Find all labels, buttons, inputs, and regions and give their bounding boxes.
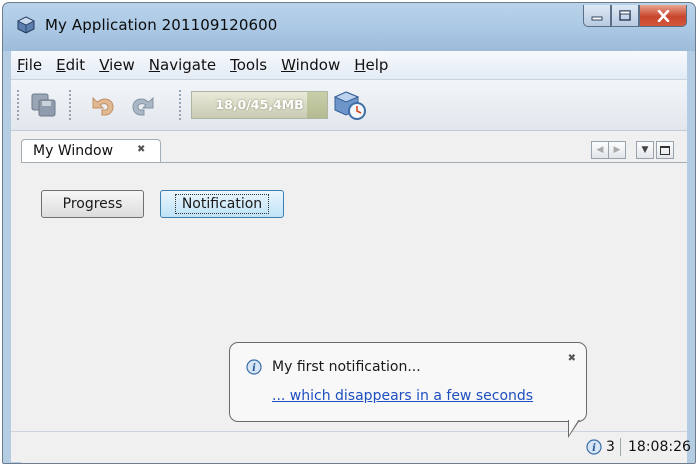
memory-usage-label: 18,0/45,4MB bbox=[215, 97, 304, 112]
menu-edit-label: dit bbox=[65, 56, 86, 74]
notification-link[interactable]: ... which disappears in a few seconds bbox=[272, 388, 533, 404]
status-bar: i 3 18:08:26 bbox=[11, 431, 691, 462]
status-time: 18:08:26 bbox=[628, 439, 691, 455]
redo-icon bbox=[132, 96, 154, 116]
redo-button[interactable] bbox=[125, 89, 159, 121]
menu-view[interactable]: View bbox=[92, 56, 142, 74]
tab-window-controls: ▼ bbox=[636, 141, 674, 159]
scroll-tabs-right-button[interactable]: ▶ bbox=[608, 141, 626, 159]
window-controls bbox=[583, 5, 687, 28]
notification-button-label: Notification bbox=[174, 194, 270, 214]
maximize-window-button[interactable] bbox=[656, 141, 674, 159]
menu-tools-label: ools bbox=[236, 56, 268, 74]
minimize-icon bbox=[591, 16, 603, 20]
tab-my-window[interactable]: My Window ✖ bbox=[21, 139, 161, 163]
toolbar-grip-handle[interactable] bbox=[17, 90, 23, 120]
svg-text:i: i bbox=[592, 443, 596, 454]
tab-scroll-controls: ◀ ▶ bbox=[591, 141, 626, 159]
menu-bar: File Edit View Navigate Tools Window Hel… bbox=[11, 51, 687, 80]
notification-info-icon[interactable]: i bbox=[586, 439, 602, 455]
garbage-collect-icon bbox=[333, 91, 366, 120]
menu-file-mnemonic: F bbox=[17, 56, 25, 74]
title-bar[interactable]: My Application 201109120600 bbox=[3, 3, 695, 43]
status-separator bbox=[620, 438, 621, 456]
arrow-left-icon: ◀ bbox=[596, 145, 604, 155]
menu-help-mnemonic: H bbox=[354, 56, 366, 74]
close-button[interactable] bbox=[639, 5, 687, 27]
menu-navigate[interactable]: Navigate bbox=[142, 56, 223, 74]
menu-navigate-label: avigate bbox=[160, 56, 217, 74]
arrow-right-icon: ▶ bbox=[613, 145, 621, 155]
undo-icon bbox=[92, 96, 114, 116]
menu-tools[interactable]: Tools bbox=[223, 56, 274, 74]
tab-close-icon[interactable]: ✖ bbox=[137, 144, 145, 155]
toolbar-separator bbox=[179, 90, 185, 120]
menu-tools-mnemonic: T bbox=[230, 56, 237, 74]
menu-help[interactable]: Help bbox=[347, 56, 395, 74]
notification-balloon: i My first notification... ... which dis… bbox=[229, 342, 587, 422]
maximize-icon bbox=[619, 10, 631, 21]
menu-edit[interactable]: Edit bbox=[49, 56, 92, 74]
notification-button[interactable]: Notification bbox=[160, 190, 284, 218]
app-cube-icon bbox=[17, 16, 35, 34]
menu-window-label: indow bbox=[295, 56, 341, 74]
menu-file[interactable]: File bbox=[11, 56, 49, 74]
svg-text:i: i bbox=[252, 363, 256, 374]
info-icon: i bbox=[246, 359, 262, 375]
save-all-button[interactable] bbox=[27, 89, 61, 121]
memory-usage-bar[interactable]: 18,0/45,4MB bbox=[191, 91, 328, 119]
menu-navigate-mnemonic: N bbox=[148, 56, 161, 74]
menu-edit-mnemonic: E bbox=[56, 56, 66, 74]
menu-help-label: elp bbox=[365, 56, 389, 74]
show-opened-documents-button[interactable]: ▼ bbox=[636, 141, 654, 159]
maximize-button[interactable] bbox=[611, 5, 639, 27]
progress-button[interactable]: Progress bbox=[41, 190, 144, 218]
window-title: My Application 201109120600 bbox=[45, 16, 278, 34]
notification-title: My first notification... bbox=[272, 359, 421, 375]
save-all-icon bbox=[31, 93, 56, 117]
balloon-tail bbox=[569, 419, 579, 435]
menu-file-label: ile bbox=[24, 56, 43, 74]
toolbar: 18,0/45,4MB bbox=[11, 80, 687, 131]
close-icon bbox=[657, 9, 669, 22]
scroll-tabs-left-button[interactable]: ◀ bbox=[591, 141, 609, 159]
menu-view-mnemonic: V bbox=[99, 56, 110, 74]
minimize-button[interactable] bbox=[583, 5, 611, 27]
garbage-collect-button[interactable] bbox=[333, 89, 369, 123]
toolbar-separator bbox=[69, 90, 75, 120]
chevron-down-icon: ▼ bbox=[641, 145, 649, 155]
maximize-icon bbox=[660, 145, 670, 155]
menu-window[interactable]: Window bbox=[274, 56, 347, 74]
tab-label: My Window bbox=[33, 143, 114, 159]
notification-close-icon[interactable]: ✖ bbox=[568, 353, 576, 364]
menu-view-label: iew bbox=[109, 56, 135, 74]
menu-window-mnemonic: W bbox=[281, 56, 296, 74]
editor-tab-strip: My Window ✖ ◀ ▶ ▼ bbox=[11, 131, 687, 163]
undo-button[interactable] bbox=[87, 89, 121, 121]
notification-count[interactable]: 3 bbox=[606, 439, 615, 455]
